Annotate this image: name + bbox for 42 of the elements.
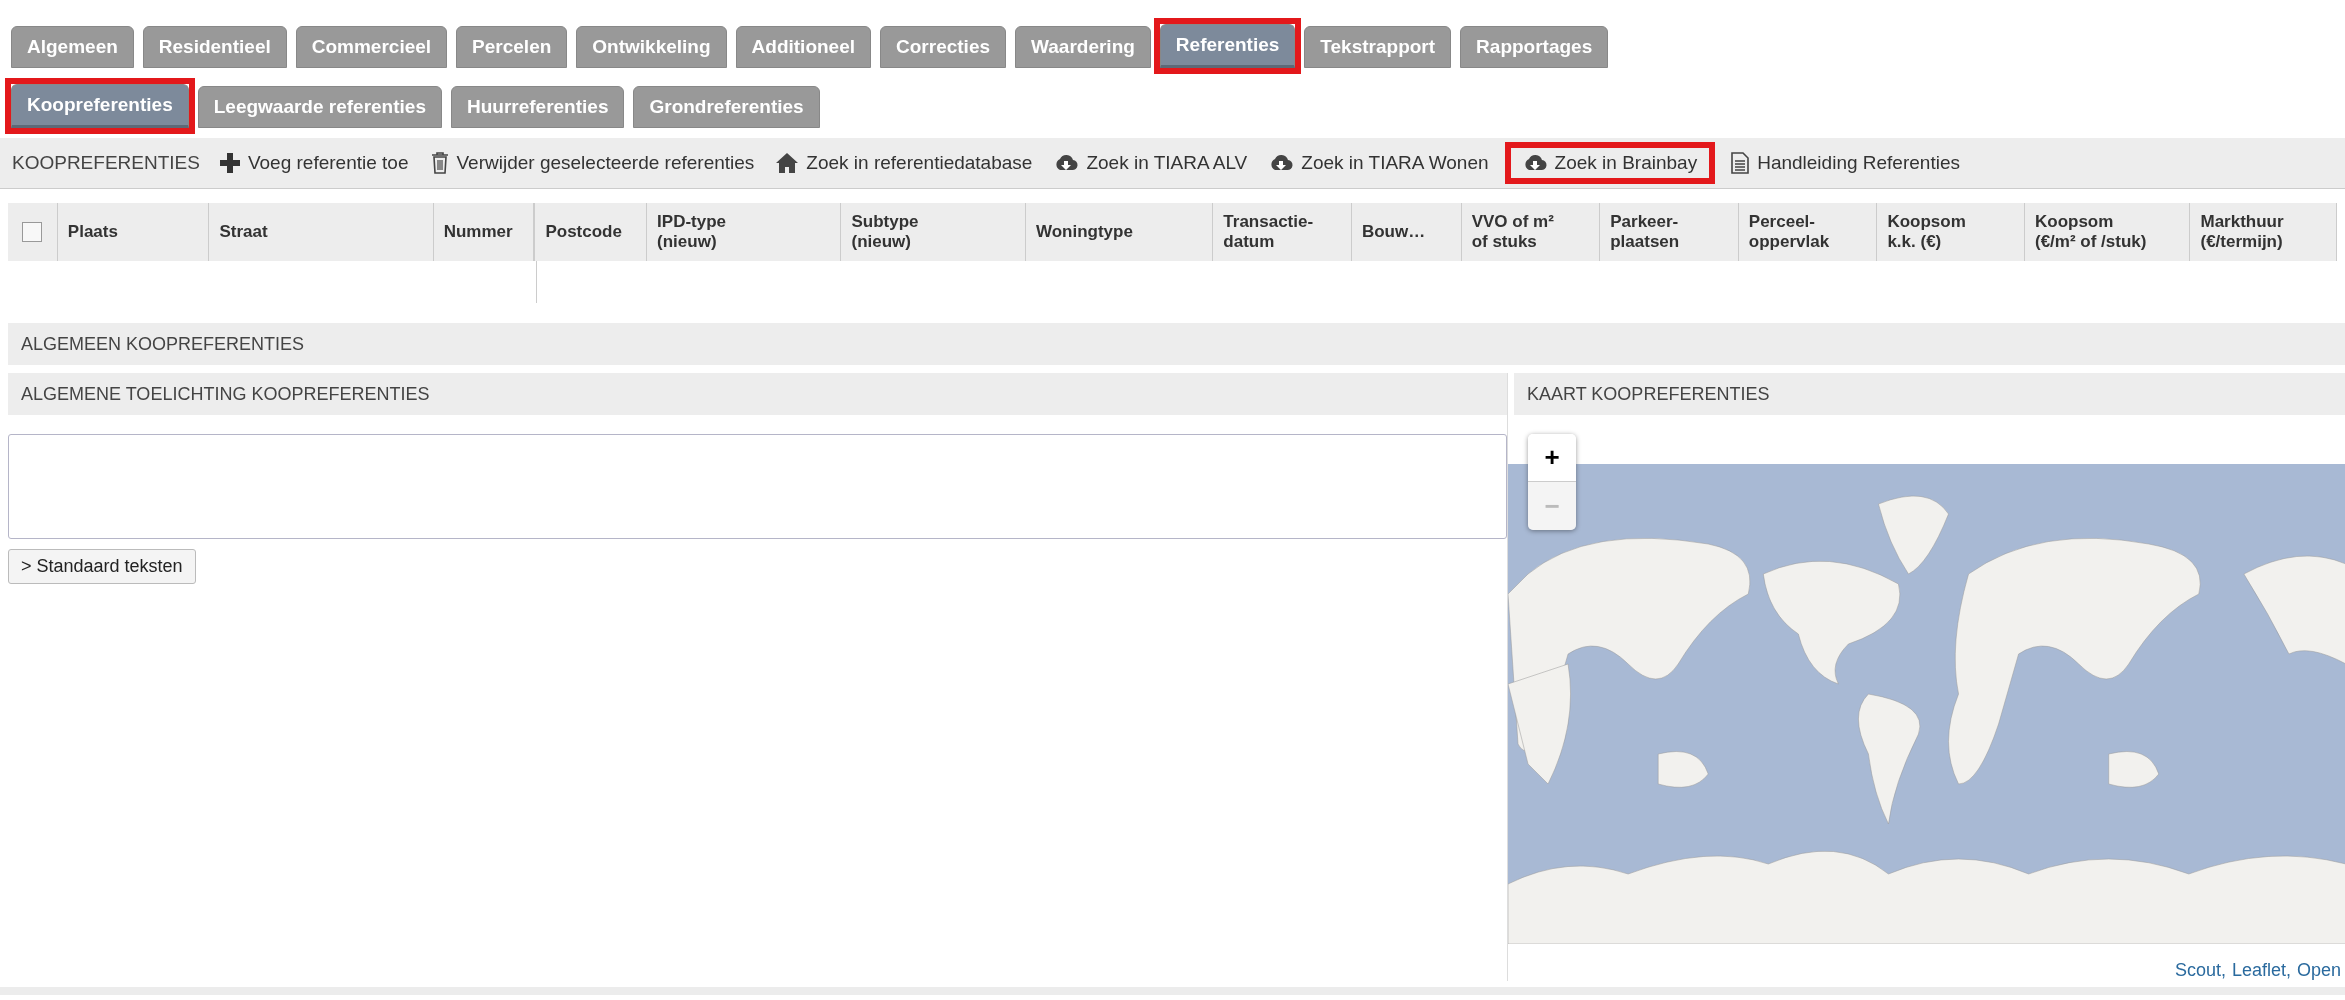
column-header[interactable]: Straat bbox=[219, 221, 268, 243]
section-title: ALGEMEEN KOOPREFERENTIES bbox=[21, 333, 305, 355]
toolbar-action[interactable]: Zoek in Brainbay bbox=[1504, 142, 1716, 184]
panel-title: KAART KOOPREFERENTIES bbox=[1527, 383, 1770, 405]
column-header[interactable]: Parkeer- plaatsen bbox=[1610, 211, 1680, 253]
column-header[interactable]: Markthuur (€/termijn) bbox=[2200, 211, 2284, 253]
attribution-link[interactable]: Scout, bbox=[2174, 960, 2226, 981]
cloud-download-icon bbox=[1522, 154, 1547, 172]
column-header[interactable]: Woningtype bbox=[1035, 221, 1133, 243]
column-header[interactable]: Perceel- oppervlak bbox=[1748, 211, 1830, 253]
select-all-checkbox[interactable] bbox=[22, 222, 43, 242]
column-header[interactable]: Postcode bbox=[545, 221, 622, 243]
cloud-download-icon bbox=[1054, 154, 1079, 172]
column-header[interactable]: Subtype (nieuw) bbox=[851, 211, 919, 253]
zoom-in-button[interactable]: + bbox=[1528, 434, 1576, 482]
house-icon bbox=[776, 153, 799, 173]
toolbar-title: KOOPREFERENTIES bbox=[12, 152, 200, 174]
tab[interactable]: Koopreferenties bbox=[11, 84, 189, 128]
trash-icon bbox=[430, 152, 449, 174]
toolbar-action[interactable]: Zoek in referentiedatabase bbox=[770, 142, 1039, 184]
column-header[interactable]: Bouw… bbox=[1361, 221, 1426, 243]
cloud-download-icon bbox=[1269, 154, 1294, 172]
panel-title: ALGEMENE TOELICHTING KOOPREFERENTIES bbox=[21, 383, 430, 405]
column-header[interactable]: VVO of m² of stuks bbox=[1471, 211, 1554, 253]
column-header[interactable]: Transactie- datum bbox=[1223, 211, 1314, 253]
column-header[interactable]: Plaats bbox=[67, 221, 118, 243]
plus-icon bbox=[219, 153, 240, 173]
toolbar-action[interactable]: Voeg referentie toe bbox=[213, 142, 415, 184]
toolbar-action[interactable]: Zoek in TIARA Wonen bbox=[1263, 142, 1495, 184]
document-icon bbox=[1731, 152, 1750, 174]
toolbar-action[interactable]: Zoek in TIARA ALV bbox=[1048, 142, 1254, 184]
standard-texts-button[interactable]: > Standaard teksten bbox=[8, 549, 196, 584]
column-header[interactable]: Nummer bbox=[443, 221, 513, 243]
attribution-link[interactable]: Open bbox=[2296, 960, 2341, 981]
attribution-link[interactable]: Leaflet, bbox=[2231, 960, 2291, 981]
column-header[interactable]: IPD-type (nieuw) bbox=[657, 211, 727, 253]
notes-field[interactable] bbox=[8, 434, 1507, 539]
column-header[interactable]: Koopsom k.k. (€) bbox=[1887, 211, 1966, 253]
toolbar-action[interactable]: Verwijder geselecteerde referenties bbox=[424, 142, 761, 184]
column-header[interactable]: Koopsom (€/m² of /stuk) bbox=[2034, 211, 2147, 253]
tab[interactable]: Referenties bbox=[1159, 24, 1296, 68]
toolbar-action[interactable]: Handleiding Referenties bbox=[1725, 142, 1966, 184]
